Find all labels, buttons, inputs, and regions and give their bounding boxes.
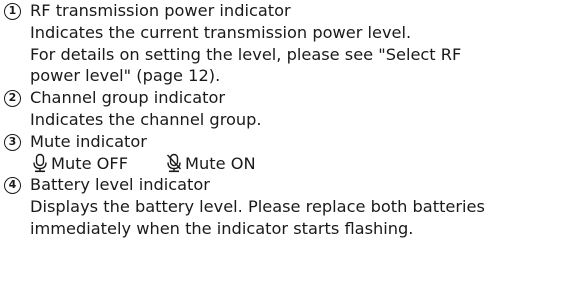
list-item-rf-power: 1 RF transmission power indicator Indica… — [4, 0, 570, 87]
item-title: RF transmission power indicator — [30, 1, 291, 20]
number-badge: 3 — [4, 133, 21, 151]
mute-off-label: Mute OFF — [51, 153, 129, 173]
item-description: For details on setting the level, please… — [30, 44, 462, 64]
list-item-channel-group: 2 Channel group indicator Indicates the … — [4, 87, 570, 131]
number-badge: 4 — [4, 177, 21, 195]
item-title: Channel group indicator — [30, 88, 226, 108]
item-description: Indicates the current transmission power… — [30, 22, 412, 42]
item-description: immediately when the indicator starts fl… — [30, 218, 414, 238]
list-item-battery: 4 Battery level indicator Displays the b… — [4, 174, 570, 239]
item-description: power level" (page 12). — [30, 66, 221, 86]
item-description: Indicates the channel group. — [30, 109, 262, 129]
item-title: Mute indicator — [30, 131, 147, 151]
item-description: Displays the battery level. Please repla… — [30, 197, 485, 217]
microphone-muted-icon — [164, 153, 184, 173]
list-item-mute: 3 Mute indicator Mute OFF Mute ON — [4, 131, 570, 175]
number-badge: 1 — [4, 3, 21, 20]
mute-states-row: Mute OFF Mute ON — [30, 153, 570, 175]
microphone-icon — [30, 153, 50, 173]
number-badge: 2 — [4, 90, 21, 108]
indicator-description-list: 1 RF transmission power indicator Indica… — [4, 0, 570, 240]
item-title: Battery level indicator — [30, 175, 210, 195]
mute-on-label: Mute ON — [185, 153, 256, 173]
